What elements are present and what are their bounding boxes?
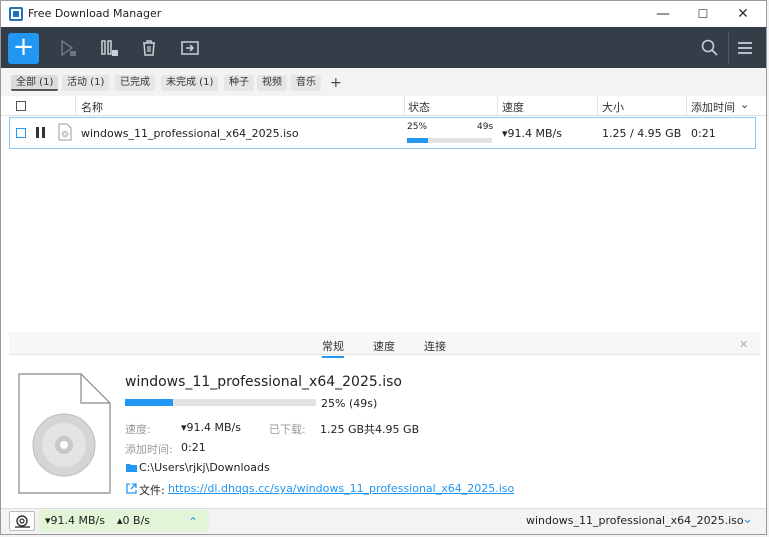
row-size: 1.25 / 4.95 GB xyxy=(602,127,682,140)
filter-all[interactable]: 全部 (1) xyxy=(11,75,59,91)
download-speed: ▾91.4 MB/s xyxy=(45,514,105,527)
row-added-time: 0:21 xyxy=(691,127,716,140)
speed-label: 速度: xyxy=(125,423,151,436)
row-percent: 25% xyxy=(407,122,428,132)
pause-all-icon[interactable] xyxy=(99,38,119,58)
row-time-left: 49s xyxy=(477,122,494,132)
row-progress-bar xyxy=(407,138,492,143)
app-window: Free Download Manager — ☐ ✕ + 全部 (1) 活动 … xyxy=(0,0,767,535)
app-logo-icon xyxy=(9,7,23,21)
added-label: 添加时间: xyxy=(125,443,173,456)
column-divider xyxy=(497,96,498,116)
speed-value: ▾91.4 MB/s xyxy=(181,421,241,434)
upload-speed: ▴0 B/s xyxy=(117,514,150,527)
column-name[interactable]: 名称 xyxy=(81,99,103,115)
add-download-button[interactable]: + xyxy=(8,33,39,64)
filter-completed[interactable]: 已完成 xyxy=(115,75,155,91)
row-checkbox[interactable] xyxy=(16,128,26,138)
row-progress-fill xyxy=(407,138,429,143)
column-added[interactable]: 添加时间 xyxy=(691,99,735,115)
tab-speed[interactable]: 速度 xyxy=(373,338,395,354)
folder-icon xyxy=(126,464,137,472)
external-link-icon xyxy=(126,483,137,494)
title-bar: Free Download Manager — ☐ ✕ xyxy=(1,1,766,27)
file-dropdown-chevron-icon[interactable]: ⌄ xyxy=(742,512,753,527)
filter-video[interactable]: 视频 xyxy=(257,75,287,91)
add-filter-button[interactable]: + xyxy=(325,75,347,91)
column-divider xyxy=(597,96,598,116)
filter-music[interactable]: 音乐 xyxy=(291,75,321,91)
column-speed[interactable]: 速度 xyxy=(502,99,524,115)
expand-chevron-icon[interactable]: ⌃ xyxy=(188,515,198,529)
current-file-name: windows_11_professional_x64_2025.iso xyxy=(526,514,744,527)
speed-mode-button[interactable] xyxy=(9,511,35,531)
column-size[interactable]: 大小 xyxy=(602,99,624,115)
search-icon[interactable] xyxy=(700,38,720,58)
tab-connections[interactable]: 连接 xyxy=(424,338,446,354)
minimize-button[interactable]: — xyxy=(643,1,683,27)
resume-icon[interactable] xyxy=(58,38,78,58)
file-label: 文件: xyxy=(139,484,165,497)
delete-icon[interactable] xyxy=(139,38,159,58)
filter-active[interactable]: 活动 (1) xyxy=(62,75,110,91)
downloaded-label: 已下载: xyxy=(269,423,306,436)
folder-path[interactable]: C:\Users\rjkj\Downloads xyxy=(139,461,270,474)
column-divider xyxy=(75,96,76,116)
toolbar-divider xyxy=(728,31,729,64)
details-close-icon[interactable]: ✕ xyxy=(739,338,748,351)
row-speed: ▾91.4 MB/s xyxy=(502,127,562,140)
row-file-name: windows_11_professional_x64_2025.iso xyxy=(81,127,299,140)
table-header xyxy=(1,96,766,116)
menu-icon[interactable] xyxy=(735,38,755,58)
maximize-button[interactable]: ☐ xyxy=(683,1,723,27)
details-panel xyxy=(9,332,760,502)
filter-incomplete[interactable]: 未完成 (1) xyxy=(161,75,219,91)
column-divider xyxy=(404,96,405,116)
file-disc-icon xyxy=(18,373,111,494)
column-divider xyxy=(686,96,687,116)
close-button[interactable]: ✕ xyxy=(723,1,763,27)
select-all-checkbox[interactable] xyxy=(16,101,26,111)
added-value: 0:21 xyxy=(181,441,206,454)
column-status[interactable]: 状态 xyxy=(408,99,430,115)
file-url-link[interactable]: https://dl.dhqqs.cc/sya/windows_11_profe… xyxy=(168,482,514,495)
snail-icon xyxy=(15,515,30,528)
sort-chevron-icon[interactable]: ⌄ xyxy=(740,98,749,111)
filter-torrents[interactable]: 种子 xyxy=(224,75,254,91)
window-title: Free Download Manager xyxy=(28,7,162,20)
details-file-name: windows_11_professional_x64_2025.iso xyxy=(125,374,402,390)
tab-general[interactable]: 常规 xyxy=(322,338,344,358)
move-to-folder-icon[interactable] xyxy=(180,38,200,58)
details-progress-fill xyxy=(125,399,173,406)
pause-icon[interactable] xyxy=(35,126,47,139)
details-progress-text: 25% (49s) xyxy=(321,397,378,410)
downloaded-value: 1.25 GB共4.95 GB xyxy=(320,423,420,436)
file-icon xyxy=(58,123,72,141)
details-progress-bar xyxy=(125,399,316,406)
